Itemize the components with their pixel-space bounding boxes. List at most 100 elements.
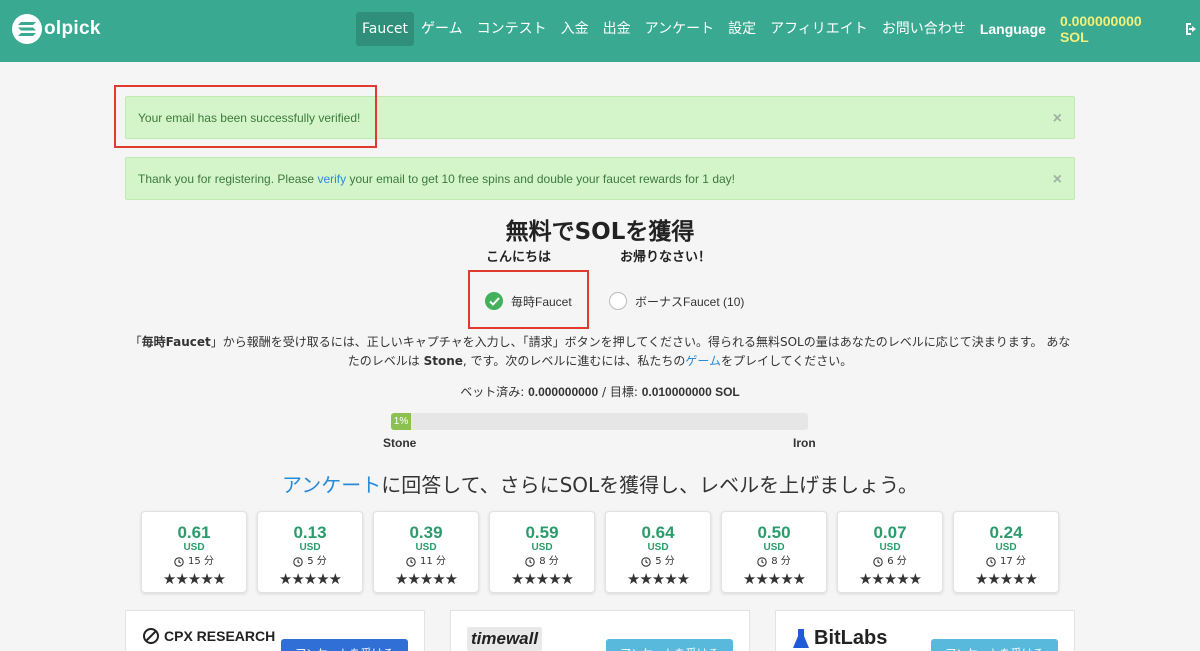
survey-currency: USD [995,542,1017,553]
cpx-logo: CPX RESEARCH [142,627,275,645]
survey-card[interactable]: 0.13 USD 5 分 ★★★★★ [257,511,363,593]
survey-card[interactable]: 0.59 USD 8 分 ★★★★★ [489,511,595,593]
alert-text-after: your email to get 10 free spins and doub… [346,172,735,186]
next-level-label: Iron [793,436,816,450]
close-icon[interactable]: × [1053,97,1062,140]
star-rating: ★★★★★ [858,570,922,588]
desc-text: をプレイしてください。 [720,354,853,368]
language-dropdown[interactable]: Language [973,12,1053,46]
take-survey-button-cpx[interactable]: アンケートを受ける [281,639,408,651]
clock-icon [986,557,996,567]
survey-card[interactable]: 0.61 USD 15 分 ★★★★★ [141,511,247,593]
survey-time: 11 分 [420,556,446,567]
survey-card[interactable]: 0.07 USD 6 分 ★★★★★ [837,511,943,593]
alert-text-before: Thank you for registering. Please [138,172,318,186]
survey-card[interactable]: 0.50 USD 8 分 ★★★★★ [721,511,827,593]
survey-heading-text: に回答して、さらにSOLを獲得し、レベルを上げましょう。 [381,473,918,497]
clock-icon [641,557,651,567]
verify-link[interactable]: verify [317,172,346,186]
survey-duration: 8 分 [722,556,826,568]
star-rating: ★★★★★ [974,570,1038,588]
desc-bold: 毎時Faucet [141,335,211,349]
cpx-logo-icon [143,628,159,644]
survey-duration: 17 分 [954,556,1058,568]
nav-item-withdraw[interactable]: 出金 [596,12,638,46]
close-icon[interactable]: × [1053,158,1062,201]
progress-fill: 1% [391,413,412,430]
survey-amount: 0.59 [525,523,559,542]
clock-icon [525,557,535,567]
balance-display: 0.000000000 SOL [1059,13,1142,45]
survey-duration: 8 分 [490,556,594,568]
flask-icon [793,628,809,648]
survey-card[interactable]: 0.24 USD 17 分 ★★★★★ [953,511,1059,593]
star-rating: ★★★★★ [162,570,226,588]
radio-bonus-faucet[interactable]: ボーナスFaucet (10) [609,292,744,310]
sign-out-icon [1186,23,1196,35]
survey-time: 6 分 [887,556,907,567]
survey-time: 5 分 [655,556,675,567]
nav-item-deposit[interactable]: 入金 [554,12,596,46]
survey-duration: 11 分 [374,556,478,568]
provider-card-timewall: timewall アンケートを受ける [450,610,750,651]
survey-cards: 0.61 USD 15 分 ★★★★★ 0.13 USD 5 分 ★★★★★ 0.39 USD 11… [141,511,1059,593]
survey-amount: 0.61 [177,523,211,542]
nav-item-games[interactable]: ゲーム [414,12,470,46]
survey-duration: 5 分 [606,556,710,568]
nav-item-faucet[interactable]: Faucet [356,12,415,46]
clock-icon [406,557,416,567]
provider-name: BitLabs [814,627,888,649]
survey-time: 8 分 [539,556,559,567]
current-level-label: Stone [383,436,417,450]
site-logo[interactable]: olpick [12,14,101,44]
nav-item-contact[interactable]: お問い合わせ [875,12,973,46]
clock-icon [174,557,184,567]
star-rating: ★★★★★ [510,570,574,588]
take-survey-button-bitlabs[interactable]: アンケートを受ける [931,639,1058,651]
survey-card[interactable]: 0.39 USD 11 分 ★★★★★ [373,511,479,593]
games-link[interactable]: ゲーム [685,354,721,368]
survey-amount: 0.07 [873,523,907,542]
take-survey-button-timewall[interactable]: アンケートを受ける [606,639,733,651]
survey-duration: 5 分 [258,556,362,568]
survey-currency: USD [763,542,785,553]
desc-level: Stone [423,354,463,368]
survey-currency: USD [415,542,437,553]
desc-text: 「 [129,335,142,349]
survey-amount: 0.39 [409,523,443,542]
annotation-highlight-box [468,270,589,329]
survey-amount: 0.64 [641,523,675,542]
survey-duration: 6 分 [838,556,942,568]
survey-card[interactable]: 0.64 USD 5 分 ★★★★★ [605,511,711,593]
main-nav: Faucet ゲーム コンテスト 入金 出金 アンケート 設定 アフィリエイト … [356,12,1200,46]
survey-time: 17 分 [1000,556,1026,567]
top-navbar: olpick Faucet ゲーム コンテスト 入金 出金 アンケート 設定 ア… [0,0,1200,62]
star-rating: ★★★★★ [278,570,342,588]
survey-currency: USD [879,542,901,553]
nav-item-contest[interactable]: コンテスト [470,12,554,46]
survey-amount: 0.24 [989,523,1023,542]
nav-item-affiliate[interactable]: アフィリエイト [763,12,875,46]
logout-button[interactable] [1178,21,1200,37]
bitlabs-logo: BitLabs [792,627,887,650]
survey-currency: USD [647,542,669,553]
annotation-highlight-box [114,85,377,148]
level-progress-bar: 1% [391,413,808,430]
radio-circle-icon [609,292,627,310]
greeting-prefix: こんにちは [486,250,552,265]
star-rating: ★★★★★ [626,570,690,588]
survey-time: 5 分 [307,556,327,567]
greeting-suffix: お帰りなさい！ [620,250,712,265]
nav-item-surveys[interactable]: アンケート [638,12,721,46]
surveys-link[interactable]: アンケート [282,473,381,497]
survey-currency: USD [183,542,205,553]
wager-label: ベット済み: [460,385,529,399]
wager-value: 0.000000000 [528,385,599,399]
star-rating: ★★★★★ [742,570,806,588]
clock-icon [757,557,767,567]
nav-item-settings[interactable]: 設定 [721,12,763,46]
provider-name: timewall [471,629,539,648]
wager-status: ベット済み: 0.000000000 / 目標: 0.010000000 SOL [0,383,1200,400]
timewall-logo: timewall [467,627,543,651]
survey-amount: 0.50 [757,523,791,542]
